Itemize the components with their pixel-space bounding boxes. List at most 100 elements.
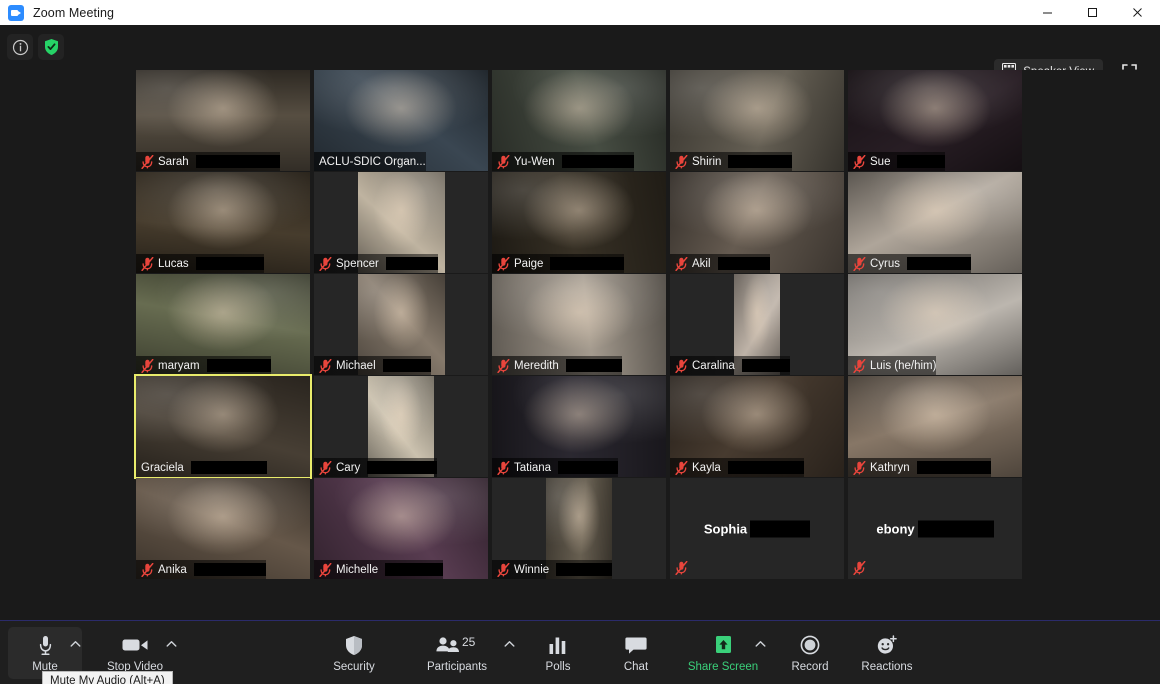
participant-tile[interactable]: Graciela	[134, 374, 312, 479]
microphone-muted-icon	[675, 561, 688, 575]
microphone-muted-icon	[319, 562, 332, 577]
redacted-last-name	[561, 155, 634, 168]
participant-tile[interactable]: Kathryn	[848, 376, 1022, 477]
info-icon[interactable]	[7, 34, 33, 60]
participant-tile[interactable]: ACLU-SDIC Organ...	[314, 70, 488, 171]
redacted-last-name	[195, 257, 264, 270]
redacted-last-name	[558, 461, 619, 474]
participant-name: Graciela	[141, 461, 184, 474]
participant-tile[interactable]: Tatiana	[492, 376, 666, 477]
microphone-muted-icon	[497, 154, 510, 169]
participant-tile[interactable]: Shirin	[670, 70, 844, 171]
gallery-row: maryam Michael Meredith Caralina Luis (he/hi…	[136, 274, 1024, 375]
share-screen-label: Share Screen	[687, 661, 759, 673]
reactions-button[interactable]: Reactions	[851, 627, 923, 679]
participant-name: Shirin	[692, 155, 722, 168]
redacted-last-name	[367, 461, 438, 474]
redacted-last-name	[741, 359, 790, 372]
participant-tile[interactable]: Winnie	[492, 478, 666, 579]
participants-label: Participants	[426, 661, 488, 673]
redacted-last-name	[550, 257, 625, 270]
security-button[interactable]: Security	[320, 627, 388, 679]
video-options-chevron-up-icon[interactable]	[164, 637, 178, 651]
microphone-muted-icon	[853, 358, 866, 373]
participant-tile[interactable]: Spencer	[314, 172, 488, 273]
polls-button[interactable]: Polls	[528, 627, 588, 679]
video-camera-icon	[122, 633, 149, 657]
participant-name: Sue	[870, 155, 891, 168]
microphone-muted-icon	[853, 460, 866, 475]
gallery-row: Sarah ACLU-SDIC Organ... Yu-Wen Shirin Sue	[136, 70, 1024, 171]
participant-name-bar: Luis (he/him)	[848, 356, 937, 375]
participant-tile[interactable]: Kayla	[670, 376, 844, 477]
participant-tile[interactable]: Luis (he/him)	[848, 274, 1022, 375]
participant-name-bar: ACLU-SDIC Organ...	[314, 152, 426, 171]
minimize-icon[interactable]	[1025, 0, 1070, 25]
reactions-label: Reactions	[861, 661, 913, 673]
participant-tile[interactable]: Cary	[314, 376, 488, 477]
security-label: Security	[333, 661, 375, 673]
participant-tile[interactable]: maryam	[136, 274, 310, 375]
participant-tile[interactable]: Meredith	[492, 274, 666, 375]
participant-name-bar: Meredith	[492, 356, 622, 375]
participant-tile[interactable]: Sue	[848, 70, 1022, 171]
participant-name-bar: Graciela	[136, 458, 267, 477]
participant-name: Akil	[692, 257, 711, 270]
microphone-icon	[38, 633, 53, 657]
microphone-muted-icon	[675, 358, 688, 373]
participant-name: Yu-Wen	[514, 155, 555, 168]
participant-tile[interactable]: Sarah	[136, 70, 310, 171]
participant-name-bar: Sarah	[136, 152, 280, 171]
audio-options-chevron-up-icon[interactable]	[68, 637, 82, 651]
participant-tile[interactable]: Akil	[670, 172, 844, 273]
redacted-last-name	[382, 359, 431, 372]
meeting-toolbar: Mute Stop Video Security 25 Participants…	[0, 620, 1160, 684]
participant-name-bar: Lucas	[136, 254, 264, 273]
participant-tile[interactable]: Caralina	[670, 274, 844, 375]
participants-button[interactable]: 25 Participants	[418, 627, 496, 679]
participant-tile[interactable]: Paige	[492, 172, 666, 273]
participant-tile[interactable]: ebony	[848, 478, 1022, 579]
encryption-shield-icon[interactable]	[38, 34, 64, 60]
participant-name-bar: Yu-Wen	[492, 152, 634, 171]
maximize-icon[interactable]	[1070, 0, 1115, 25]
participant-name: ACLU-SDIC Organ...	[319, 155, 426, 168]
microphone-muted-icon	[141, 562, 154, 577]
participant-name-bar: Anika	[136, 560, 266, 579]
participant-tile[interactable]: Michelle	[314, 478, 488, 579]
audio-only-name: Sophia	[670, 520, 844, 537]
participant-tile[interactable]: Lucas	[136, 172, 310, 273]
zoom-logo-icon	[8, 4, 24, 21]
microphone-muted-icon	[497, 358, 510, 373]
share-screen-button[interactable]: Share Screen	[681, 627, 765, 679]
participant-tile[interactable]: Cyrus	[848, 172, 1022, 273]
redacted-last-name	[193, 563, 266, 576]
participant-name: Cary	[336, 461, 361, 474]
microphone-muted-icon	[497, 562, 510, 577]
window-title: Zoom Meeting	[33, 5, 115, 20]
participant-name: Lucas	[158, 257, 189, 270]
participant-tile[interactable]: Anika	[136, 478, 310, 579]
microphone-muted-icon	[141, 256, 154, 271]
share-options-chevron-up-icon[interactable]	[753, 637, 767, 651]
microphone-muted-icon	[319, 460, 332, 475]
redacted-last-name	[556, 563, 613, 576]
redacted-last-name	[565, 359, 622, 372]
participant-name: Winnie	[514, 563, 550, 576]
record-button[interactable]: Record	[781, 627, 839, 679]
chat-label: Chat	[623, 661, 649, 673]
participant-tile[interactable]: Michael	[314, 274, 488, 375]
participant-tile[interactable]: Yu-Wen	[492, 70, 666, 171]
chat-button[interactable]: Chat	[608, 627, 664, 679]
redacted-last-name	[206, 359, 271, 372]
microphone-muted-icon	[675, 256, 688, 271]
participant-name-bar: Caralina	[670, 356, 790, 375]
microphone-muted-icon	[853, 256, 866, 271]
window-controls	[1025, 0, 1160, 25]
close-icon[interactable]	[1115, 0, 1160, 25]
participant-tile[interactable]: Sophia	[670, 478, 844, 579]
participants-options-chevron-up-icon[interactable]	[502, 637, 516, 651]
redacted-last-name	[916, 461, 991, 474]
redacted-last-name	[385, 563, 444, 576]
participant-name: Luis (he/him)	[870, 359, 937, 372]
